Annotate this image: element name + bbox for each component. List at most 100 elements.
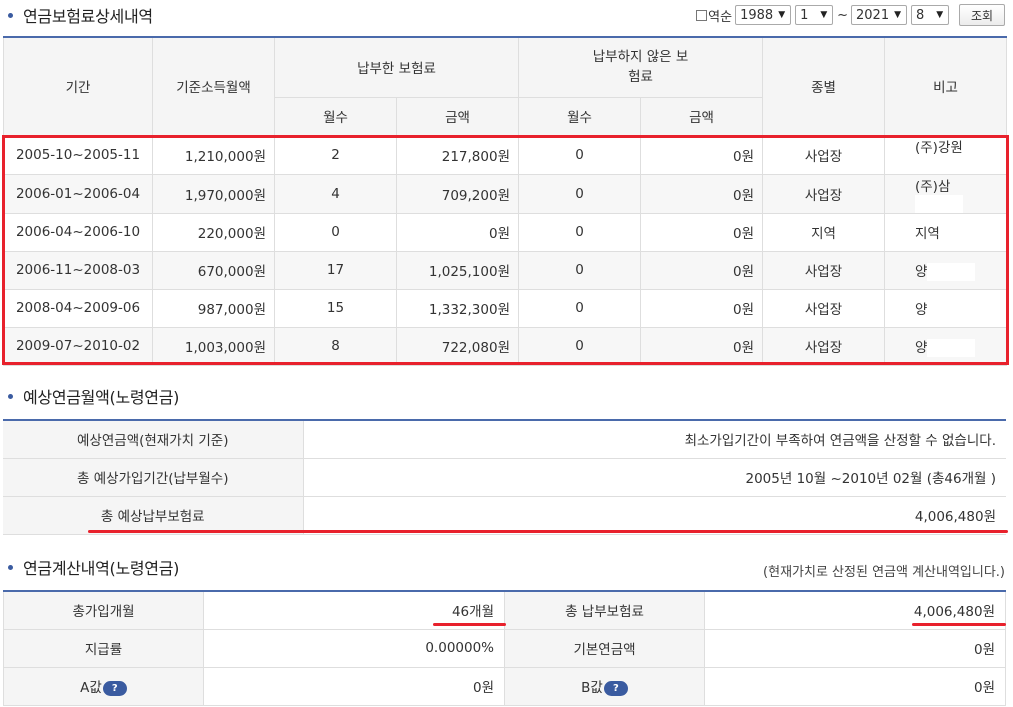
row-note: 양 — [884, 250, 1007, 290]
table-row: 2009-07~2010-02 1,003,000원 8 722,080원 0 0원 사업장… — [3, 326, 1007, 366]
row-unpaid-months: 0 — [518, 250, 641, 290]
row-income: 220,000원 — [152, 212, 275, 252]
expected-period-value: 2005년 10월 ~2010년 02월 (총46개월 ) — [303, 457, 1006, 497]
row-paid-amount: 217,800원 — [396, 134, 519, 175]
row-paid-months: 8 — [274, 326, 397, 366]
calc-note: (현재가치로 산정된 연금액 계산내역입니다.) — [763, 565, 1005, 580]
row-type: 사업장 — [762, 288, 885, 328]
redaction-mask — [915, 155, 963, 174]
row-paid-amount: 1,332,300원 — [396, 288, 519, 328]
highlight-underline — [433, 623, 506, 626]
pension-calc-table: 총가입개월 46개월 총 납부보험료 4,006,480원 지급률 0.0000… — [3, 590, 1006, 706]
section-title-pension-calc: 연금계산내역(노령연금) — [8, 555, 179, 579]
row-note: 양 — [884, 326, 1007, 366]
header-unpaid-months: 월수 — [518, 96, 641, 136]
row-type: 사업장 — [762, 250, 885, 290]
row-paid-months: 4 — [274, 173, 397, 214]
table-row: 2005-10~2005-11 1,210,000원 2 217,800원 0 0원 사업장… — [3, 134, 1007, 175]
row-paid-amount: 722,080원 — [396, 326, 519, 366]
start-month-select[interactable]: 1 ▼ — [795, 5, 834, 25]
header-type: 종별 — [762, 36, 885, 136]
header-unpaid: 납부하지 않은 보험료 — [518, 36, 763, 98]
end-month-select[interactable]: 8 ▼ — [911, 5, 949, 25]
row-note: (주)강원 — [884, 134, 1007, 175]
b-value-label: B값? — [504, 666, 705, 706]
chevron-down-icon: ▼ — [778, 10, 786, 20]
expected-amount-value: 최소가입기간이 부족하여 연금액을 산정할 수 없습니다. — [303, 419, 1006, 459]
row-unpaid-amount: 0원 — [640, 288, 763, 328]
a-value-label: A값? — [3, 666, 204, 706]
chevron-down-icon: ▼ — [894, 10, 902, 20]
table-row: 2006-01~2006-04 1,970,000원 4 709,200원 0 0원 사업장… — [3, 173, 1007, 214]
reverse-order-checkbox[interactable] — [696, 9, 708, 21]
section-title-expected-pension: 예상연금월액(노령연금) — [8, 384, 179, 408]
help-icon[interactable]: ? — [102, 680, 127, 696]
payment-rate-label: 지급률 — [3, 628, 204, 668]
row-paid-amount: 709,200원 — [396, 173, 519, 214]
row-note: 지역 — [884, 212, 1007, 252]
payment-rate-value: 0.00000% — [203, 628, 505, 668]
row-unpaid-months: 0 — [518, 212, 641, 252]
redaction-mask — [927, 262, 976, 281]
row-unpaid-amount: 0원 — [640, 173, 763, 214]
bullet-icon — [8, 564, 13, 570]
row-income: 1,970,000원 — [152, 173, 275, 214]
row-unpaid-amount: 0원 — [640, 250, 763, 290]
chevron-down-icon: ▼ — [820, 10, 828, 20]
a-value: 0원 — [203, 666, 505, 706]
search-button[interactable]: 조회 — [959, 4, 1005, 26]
reverse-order-label: 역순 — [708, 9, 733, 25]
row-unpaid-months: 0 — [518, 326, 641, 366]
row-paid-months: 2 — [274, 134, 397, 175]
total-contribution-label: 총 납부보험료 — [504, 590, 705, 630]
range-separator: ~ — [837, 7, 848, 23]
row-unpaid-months: 0 — [518, 173, 641, 214]
expected-amount-label: 예상연금액(현재가치 기준) — [3, 419, 304, 459]
expected-period-label: 총 예상가입기간(납부월수) — [3, 457, 304, 497]
row-period: 2009-07~2010-02 — [3, 326, 153, 366]
row-type: 사업장 — [762, 326, 885, 366]
row-unpaid-amount: 0원 — [640, 212, 763, 252]
row-type: 사업장 — [762, 173, 885, 214]
row-unpaid-amount: 0원 — [640, 134, 763, 175]
row-note: 양 — [884, 288, 1007, 328]
row-unpaid-months: 0 — [518, 134, 641, 175]
table-row: 2006-04~2006-10 220,000원 0 0원 0 0원 지역 지역 — [3, 212, 1007, 252]
row-paid-months: 0 — [274, 212, 397, 252]
header-note: 비고 — [884, 36, 1007, 136]
bullet-icon — [8, 12, 13, 18]
row-paid-months: 17 — [274, 250, 397, 290]
header-unpaid-amount: 금액 — [640, 96, 763, 136]
help-icon[interactable]: ? — [603, 680, 628, 696]
row-paid-months: 15 — [274, 288, 397, 328]
section-title-contribution-details: 연금보험료상세내역 — [8, 3, 153, 27]
total-months-label: 총가입개월 — [3, 590, 204, 630]
row-income: 1,210,000원 — [152, 134, 275, 175]
table-row: 2008-04~2009-06 987,000원 15 1,332,300원 0 0원 사업… — [3, 288, 1007, 328]
row-type: 사업장 — [762, 134, 885, 175]
row-period: 2006-04~2006-10 — [3, 212, 153, 252]
row-period: 2006-11~2008-03 — [3, 250, 153, 290]
end-year-select[interactable]: 2021 ▼ — [851, 5, 907, 25]
period-filter: 역순 1988 ▼ 1 ▼ ~ 2021 ▼ 8 ▼ 조회 — [696, 3, 1005, 27]
contribution-detail-table: 기간 기준소득월액 납부한 보험료 납부하지 않은 보험료 종별 비고 월수 금… — [3, 36, 1007, 366]
row-period: 2005-10~2005-11 — [3, 134, 153, 175]
bullet-icon — [8, 393, 13, 399]
header-base-income: 기준소득월액 — [152, 36, 275, 136]
start-year-select[interactable]: 1988 ▼ — [735, 5, 792, 25]
row-income: 670,000원 — [152, 250, 275, 290]
chevron-down-icon: ▼ — [936, 10, 944, 20]
highlight-underline — [912, 623, 1006, 626]
redaction-mask — [915, 194, 963, 213]
row-unpaid-months: 0 — [518, 288, 641, 328]
basic-pension-value: 0원 — [704, 628, 1006, 668]
header-period: 기간 — [3, 36, 153, 136]
expected-total-label: 총 예상납부보험료 — [3, 495, 304, 535]
basic-pension-label: 기본연금액 — [504, 628, 705, 668]
row-period: 2006-01~2006-04 — [3, 173, 153, 214]
row-paid-amount: 0원 — [396, 212, 519, 252]
row-income: 1,003,000원 — [152, 326, 275, 366]
b-value: 0원 — [704, 666, 1006, 706]
redaction-mask — [927, 300, 976, 319]
row-type: 지역 — [762, 212, 885, 252]
